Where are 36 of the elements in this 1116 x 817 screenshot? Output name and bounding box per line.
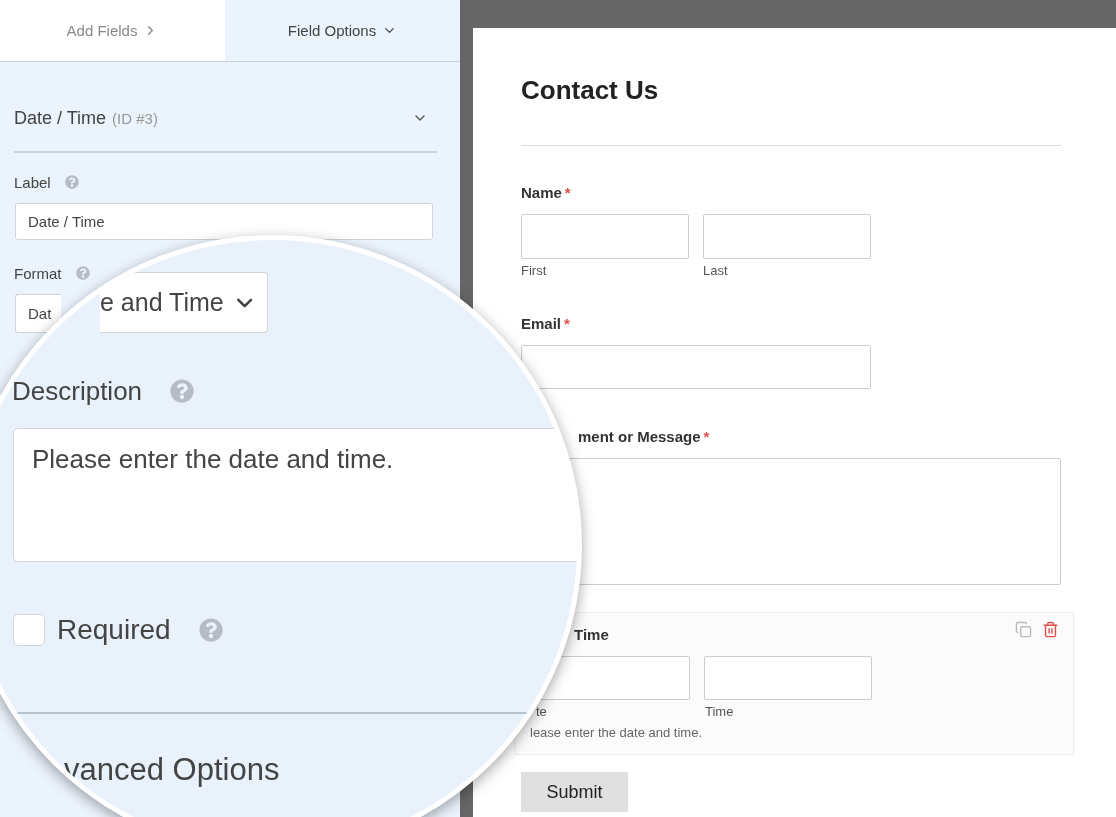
sublabel: Last: [703, 263, 728, 279]
checkbox-label: Required: [57, 614, 171, 646]
field-label: Email *: [521, 315, 570, 333]
section-title: vanced Options: [64, 752, 280, 788]
form-title: Contact Us: [521, 74, 660, 106]
required-asterisk: *: [703, 428, 710, 445]
duplicate-icon[interactable]: [1015, 621, 1032, 638]
select-field[interactable]: e and Time: [100, 272, 268, 333]
submit-button[interactable]: Submit: [521, 772, 628, 812]
field-block[interactable]: Time te Time lease enter the date and time.: [514, 612, 1074, 755]
help-icon[interactable]: [170, 379, 195, 403]
field-label: Time: [574, 626, 609, 644]
text-area[interactable]: Please enter the date and time.: [13, 428, 577, 562]
input-field[interactable]: [703, 214, 871, 259]
tab[interactable]: Add Fields: [0, 0, 225, 61]
sublabel: Time: [705, 704, 734, 720]
help-icon[interactable]: [198, 618, 223, 642]
field-description: lease enter the date and time.: [530, 725, 702, 741]
section-title: Date / Time: [14, 107, 107, 128]
field-label: Description: [12, 375, 143, 407]
checkbox[interactable]: [13, 614, 45, 646]
select-field[interactable]: Dat: [15, 294, 61, 333]
field-id: (ID #3): [112, 109, 158, 127]
help-icon[interactable]: [64, 175, 79, 189]
sublabel: te: [536, 704, 547, 720]
field-label: Format: [14, 264, 62, 282]
sublabel: First: [521, 263, 547, 279]
trash-icon[interactable]: [1042, 621, 1059, 638]
field-label: Label: [14, 173, 51, 191]
input-field[interactable]: [704, 656, 872, 700]
help-icon[interactable]: [75, 266, 90, 280]
required-asterisk: *: [564, 184, 571, 201]
field-label: Name *: [521, 184, 571, 202]
input-field[interactable]: Date / Time: [15, 203, 433, 240]
required-asterisk: *: [564, 315, 570, 332]
field-label: ment or Message *: [578, 428, 710, 446]
